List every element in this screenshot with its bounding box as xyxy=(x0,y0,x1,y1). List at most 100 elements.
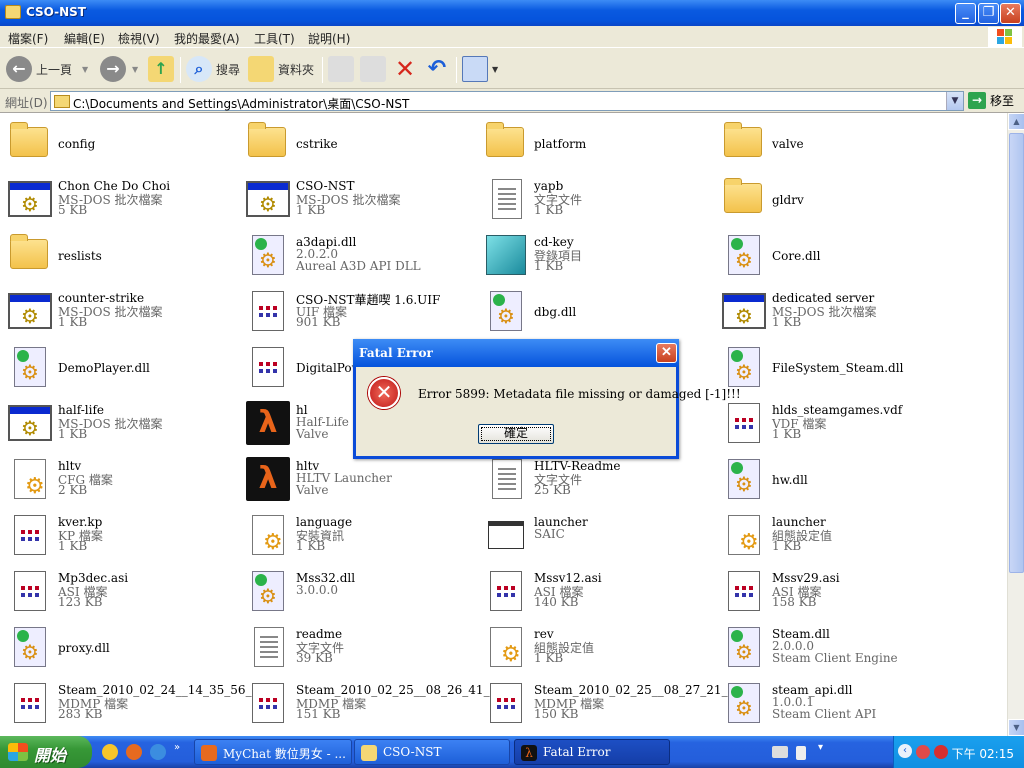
file-item[interactable]: CSO-NST華趙喫 1.6.UIF UIF 檔案 901 KB xyxy=(244,285,474,335)
quicklaunch-more-icon[interactable]: » xyxy=(174,742,180,753)
forward-button[interactable]: → xyxy=(100,53,130,85)
file-item[interactable]: gldrv xyxy=(720,173,950,223)
address-input[interactable]: C:\Documents and Settings\Administrator\… xyxy=(50,91,964,111)
task-mychat[interactable]: MyChat 數位男女 - ... xyxy=(194,739,352,765)
file-item[interactable]: Steam.dll2.0.0.0Steam Client Engine xyxy=(720,621,950,671)
file-item[interactable]: Mssv12.asi ASI 檔案 140 KB xyxy=(482,565,712,615)
file-item[interactable]: HLTV-Readme 文字文件 25 KB xyxy=(482,453,712,503)
file-item[interactable]: cd-key 登錄項目 1 KB xyxy=(482,229,712,279)
menu-file[interactable]: 檔案(F) xyxy=(8,30,48,47)
file-item[interactable]: a3dapi.dll2.0.2.0Aureal A3D API DLL xyxy=(244,229,474,279)
up-folder-button[interactable]: ↑ xyxy=(148,53,178,85)
dialog-close-button[interactable]: ✕ xyxy=(656,343,677,363)
menu-edit[interactable]: 編輯(E) xyxy=(64,30,105,47)
file-size: 1 KB xyxy=(296,539,326,553)
file-item[interactable]: launcher組態設定值1 KB xyxy=(720,509,950,559)
file-item[interactable]: half-lifeMS-DOS 批次檔案1 KB xyxy=(6,397,236,447)
start-button[interactable]: 開始 xyxy=(0,736,92,768)
file-item[interactable]: language安裝資訊1 KB xyxy=(244,509,474,559)
scroll-thumb[interactable] xyxy=(1009,133,1024,573)
grid-icon xyxy=(482,567,528,613)
folder-icon xyxy=(361,745,377,761)
language-bar-icon[interactable]: ▾ xyxy=(818,742,823,753)
tray-expand-icon[interactable]: ‹ xyxy=(898,744,912,758)
launcher-icon xyxy=(482,511,528,557)
tray-app-icon[interactable] xyxy=(916,745,930,759)
forward-dropdown-icon[interactable]: ▼ xyxy=(132,65,138,74)
task-cso-nst[interactable]: CSO-NST xyxy=(354,739,510,765)
file-item[interactable]: λ hltv HLTV Launcher Valve xyxy=(244,453,474,503)
hl-icon: λ xyxy=(244,399,290,445)
firefox-icon[interactable] xyxy=(126,744,142,760)
go-button[interactable]: → 移至 xyxy=(968,92,1014,109)
file-item[interactable]: Steam_2010_02_25__08_26_41_0... MDMP 檔案 15… xyxy=(244,677,509,727)
task-fatal-error[interactable]: λ Fatal Error xyxy=(514,739,670,765)
file-item[interactable]: Mssv29.asi ASI 檔案 158 KB xyxy=(720,565,950,615)
file-size: 123 KB xyxy=(58,595,103,609)
keyboard-icon[interactable] xyxy=(772,746,788,758)
file-item[interactable]: CSO-NSTMS-DOS 批次檔案1 KB xyxy=(244,173,474,223)
folders-icon xyxy=(248,56,274,82)
vertical-scrollbar[interactable]: ▲ ▼ xyxy=(1007,113,1024,736)
file-item[interactable]: rev組態設定值1 KB xyxy=(482,621,712,671)
menu-tools[interactable]: 工具(T) xyxy=(254,30,295,47)
file-item[interactable]: Steam_2010_02_25__08_27_21_5... MDMP 檔案 15… xyxy=(482,677,747,727)
menu-view[interactable]: 檢視(V) xyxy=(118,30,160,47)
ok-button[interactable]: 確定 xyxy=(478,424,554,444)
file-item[interactable]: steam_api.dll1.0.0.1Steam Client API xyxy=(720,677,950,727)
file-item[interactable]: counter-strikeMS-DOS 批次檔案1 KB xyxy=(6,285,236,335)
file-item[interactable]: FileSystem_Steam.dll xyxy=(720,341,950,391)
address-bar: 網址(D) C:\Documents and Settings\Administ… xyxy=(0,89,1024,113)
file-item[interactable]: proxy.dll xyxy=(6,621,236,671)
file-item[interactable]: dbg.dll xyxy=(482,285,712,335)
move-to-button[interactable] xyxy=(328,53,358,85)
back-dropdown-icon[interactable]: ▼ xyxy=(82,65,88,74)
internet-explorer-icon[interactable] xyxy=(150,744,166,760)
file-item[interactable]: Mp3dec.asi ASI 檔案 123 KB xyxy=(6,565,236,615)
menu-favorites[interactable]: 我的最愛(A) xyxy=(174,30,240,47)
back-button[interactable]: ← 上一頁 xyxy=(6,53,72,85)
file-item[interactable]: readme 文字文件 39 KB xyxy=(244,621,474,671)
file-item[interactable]: launcher SAIC xyxy=(482,509,712,559)
file-item[interactable]: config xyxy=(6,117,236,167)
messenger-icon[interactable] xyxy=(102,744,118,760)
delete-button[interactable]: ✕ xyxy=(392,53,422,85)
views-button[interactable]: ▼ xyxy=(462,53,498,85)
file-item[interactable]: platform xyxy=(482,117,712,167)
dll-icon xyxy=(720,343,766,389)
file-item[interactable]: kver.kp KP 檔案 1 KB xyxy=(6,509,236,559)
window-titlebar[interactable]: CSO-NST _ ❐ ✕ xyxy=(0,0,1024,26)
file-item[interactable]: dedicated serverMS-DOS 批次檔案1 KB xyxy=(720,285,950,335)
maximize-button[interactable]: ❐ xyxy=(978,3,999,24)
file-item[interactable]: Steam_2010_02_24__14_35_56_7... MDMP 檔案 28… xyxy=(6,677,271,727)
file-item[interactable]: Mss32.dll3.0.0.0 xyxy=(244,565,474,615)
folders-button[interactable]: 資料夾 xyxy=(248,53,314,85)
file-item[interactable]: hltvCFG 檔案2 KB xyxy=(6,453,236,503)
pen-icon[interactable] xyxy=(796,746,806,760)
minimize-button[interactable]: _ xyxy=(955,3,976,24)
menu-help[interactable]: 說明(H) xyxy=(308,30,350,47)
doc-icon xyxy=(244,623,290,669)
file-item[interactable]: hlds_steamgames.vdf VDF 檔案 1 KB xyxy=(720,397,950,447)
go-arrow-icon: → xyxy=(968,92,986,109)
file-item[interactable]: Core.dll xyxy=(720,229,950,279)
tray-opera-icon[interactable] xyxy=(934,745,948,759)
scroll-down-icon[interactable]: ▼ xyxy=(1008,719,1024,736)
close-button[interactable]: ✕ xyxy=(1000,3,1021,24)
file-size: 1 KB xyxy=(58,427,88,441)
file-item[interactable]: cstrike xyxy=(244,117,474,167)
undo-button[interactable]: ↶ xyxy=(424,53,454,85)
clock: 下午 02:15 xyxy=(951,747,1014,761)
folder-icon xyxy=(5,5,21,19)
file-item[interactable]: Chon Che Do ChoiMS-DOS 批次檔案5 KB xyxy=(6,173,236,223)
file-item[interactable]: reslists xyxy=(6,229,236,279)
file-item[interactable]: valve xyxy=(720,117,950,167)
address-dropdown-icon[interactable]: ▼ xyxy=(946,92,963,110)
copy-to-button[interactable] xyxy=(360,53,390,85)
dialog-titlebar[interactable]: Fatal Error ✕ xyxy=(353,339,679,367)
file-item[interactable]: DemoPlayer.dll xyxy=(6,341,236,391)
file-item[interactable]: yapb 文字文件 1 KB xyxy=(482,173,712,223)
search-button[interactable]: ⌕ 搜尋 xyxy=(186,53,240,85)
file-item[interactable]: hw.dll xyxy=(720,453,950,503)
scroll-up-icon[interactable]: ▲ xyxy=(1008,113,1024,130)
